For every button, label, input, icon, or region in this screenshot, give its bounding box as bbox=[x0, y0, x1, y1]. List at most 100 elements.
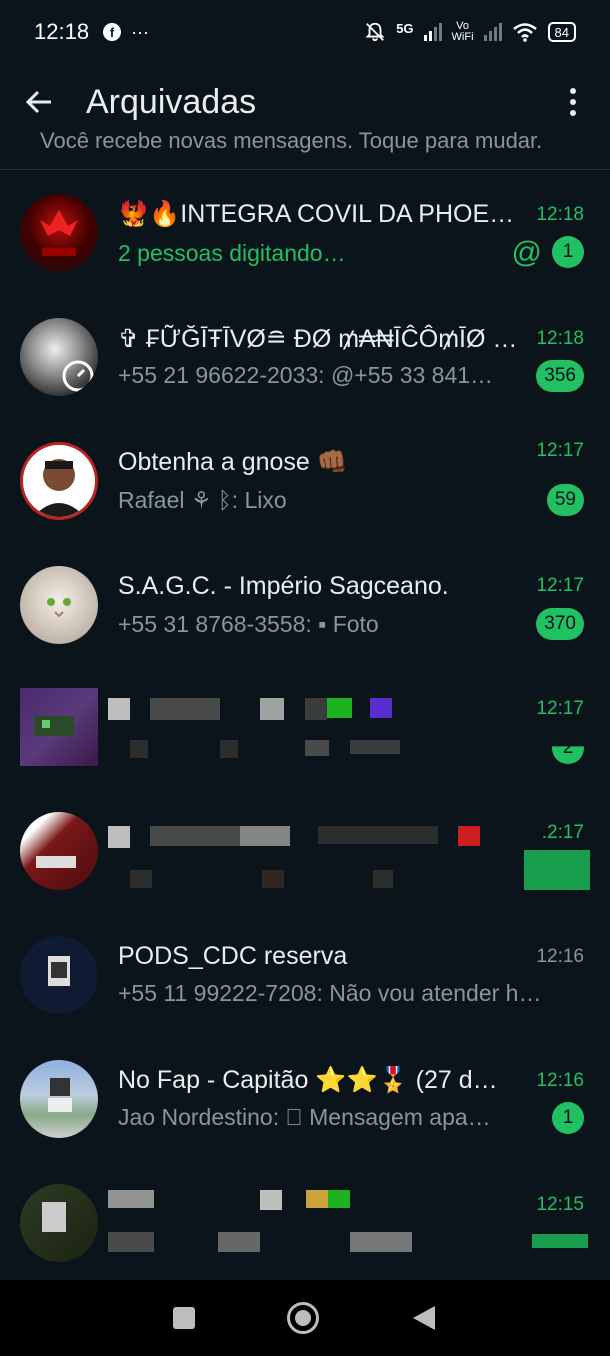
speedometer-icon bbox=[62, 360, 94, 392]
chat-row[interactable]: Obtenha a gnose 👊🏾 12:17 Rafael ⚘ ᛒ: Lix… bbox=[0, 420, 610, 542]
chat-row[interactable]: No Fap - Capitão ⭐⭐🎖️ (27 d… 12:16 Jao N… bbox=[0, 1040, 610, 1162]
chat-time: .2:17 bbox=[541, 822, 584, 843]
avatar[interactable] bbox=[20, 442, 98, 520]
unread-badge: 2 bbox=[552, 746, 584, 764]
wifi-icon bbox=[512, 23, 537, 42]
home-dot bbox=[295, 1310, 311, 1326]
chat-time: 12:15 bbox=[536, 1194, 584, 1215]
avatar[interactable] bbox=[20, 566, 98, 644]
wifi-calling-label: WiFi bbox=[451, 31, 474, 43]
minecraft-scene-icon bbox=[48, 1078, 72, 1112]
person-photo-icon bbox=[33, 459, 85, 517]
redacted-block bbox=[524, 850, 590, 890]
avatar[interactable] bbox=[20, 688, 98, 766]
status-bar: 12:18 f ··· 5G Vo WiFi 84 bbox=[0, 0, 610, 64]
chat-row[interactable]: S.A.G.C. - Império Sagceano. 12:17 +55 3… bbox=[0, 544, 610, 666]
network-5g-label: 5G bbox=[396, 21, 414, 36]
chat-row[interactable]: 12:17 2 bbox=[0, 668, 610, 790]
redacted-block bbox=[373, 870, 393, 888]
system-nav-bar bbox=[0, 1280, 610, 1356]
chat-time: 12:16 bbox=[536, 1070, 584, 1091]
chat-time: 12:17 bbox=[536, 698, 584, 719]
volte-wifi-label: Vo WiFi bbox=[452, 21, 474, 43]
chat-preview: +55 21 96622-2033: @+55 33 841… bbox=[118, 362, 494, 388]
chat-row[interactable]: 12:15 bbox=[0, 1164, 610, 1264]
pixelated-avatar-icon bbox=[42, 1202, 66, 1232]
redacted-block bbox=[150, 826, 240, 846]
redacted-block bbox=[328, 1190, 350, 1208]
redacted-block bbox=[327, 698, 352, 718]
figure-avatar-icon bbox=[48, 956, 70, 986]
status-notifications: f ··· bbox=[103, 22, 149, 43]
unread-badge: 1 bbox=[552, 236, 584, 268]
more-vert-dot bbox=[570, 99, 576, 105]
redacted-block bbox=[108, 1190, 154, 1208]
avatar[interactable] bbox=[20, 318, 98, 396]
status-right-icons: 5G Vo WiFi 84 bbox=[364, 21, 576, 43]
redacted-block bbox=[458, 826, 480, 846]
unread-badge: 370 bbox=[536, 608, 584, 640]
chat-time: 12:18 bbox=[536, 328, 584, 349]
redacted-block bbox=[306, 1190, 328, 1208]
chat-name: PODS_CDC reserva bbox=[118, 942, 348, 970]
chat-row[interactable]: 🐦‍🔥🔥INTEGRA COVIL DA PHOE… 12:18 2 pesso… bbox=[0, 172, 610, 294]
chat-preview: +55 31 8768-3558: ▪ Foto bbox=[118, 611, 379, 637]
redacted-block bbox=[240, 826, 290, 846]
chat-row[interactable]: .2:17 bbox=[0, 792, 610, 914]
unread-badge: 356 bbox=[536, 360, 584, 392]
redacted-block bbox=[262, 870, 284, 888]
more-vert-icon bbox=[570, 88, 576, 94]
archive-settings-notice[interactable]: Você recebe novas mensagens. Toque para … bbox=[0, 126, 610, 170]
signal-icon-1 bbox=[423, 23, 442, 41]
avatar[interactable] bbox=[20, 1060, 98, 1138]
back-triangle-icon[interactable] bbox=[411, 1304, 437, 1332]
redacted-block bbox=[532, 1234, 588, 1248]
avatar[interactable] bbox=[20, 194, 98, 272]
chat-name: Obtenha a gnose 👊🏾 bbox=[118, 448, 348, 476]
redacted-block bbox=[350, 1232, 412, 1252]
avatar[interactable] bbox=[20, 1184, 98, 1262]
redacted-block bbox=[305, 698, 327, 720]
phoenix-logo-icon bbox=[40, 210, 78, 256]
unread-badge: 1 bbox=[552, 1102, 584, 1134]
status-time: 12:18 bbox=[34, 19, 90, 44]
redacted-block bbox=[108, 1232, 154, 1252]
chat-time: 12:16 bbox=[536, 946, 584, 967]
facebook-icon: f bbox=[103, 23, 122, 41]
recents-button[interactable] bbox=[173, 1307, 195, 1329]
redacted-block bbox=[108, 698, 130, 720]
chat-preview: 2 pessoas digitando… bbox=[118, 240, 346, 266]
bell-muted-icon bbox=[365, 22, 385, 42]
more-vert-dot bbox=[570, 110, 576, 116]
chat-time: 12:18 bbox=[536, 204, 584, 225]
page-title: Arquivadas bbox=[86, 82, 257, 121]
redacted-block bbox=[318, 826, 438, 844]
more-options-button[interactable] bbox=[558, 82, 588, 122]
home-button[interactable] bbox=[287, 1302, 319, 1334]
notice-text: Você recebe novas mensagens. Toque para … bbox=[40, 128, 543, 153]
redacted-block bbox=[150, 698, 220, 720]
signal-icon-2 bbox=[483, 23, 502, 41]
pixelated-avatar-icon bbox=[36, 856, 76, 868]
chat-name: ✞ ₣ỮĞĪŦĪVØ≘ ĐØ ₥₳₦ĪĈÔ₥ĪØ ✞ᶻˣ bbox=[118, 325, 523, 353]
redacted-block bbox=[220, 740, 238, 758]
mention-icon: @ bbox=[511, 236, 542, 269]
more-notifications-icon: ··· bbox=[131, 21, 150, 42]
redacted-block bbox=[218, 1232, 260, 1252]
redacted-block bbox=[350, 740, 400, 754]
avatar[interactable] bbox=[20, 812, 98, 890]
back-button[interactable] bbox=[22, 85, 56, 119]
chat-time: 12:17 bbox=[536, 440, 584, 461]
unread-badge: 59 bbox=[546, 484, 584, 516]
redacted-block bbox=[260, 698, 284, 720]
chat-time: 12:17 bbox=[536, 575, 584, 596]
pixelated-avatar-icon bbox=[34, 716, 74, 736]
chat-name: 🐦‍🔥🔥INTEGRA COVIL DA PHOE… bbox=[118, 200, 515, 228]
chat-name: No Fap - Capitão ⭐⭐🎖️ (27 d… bbox=[118, 1066, 498, 1094]
redacted-block bbox=[130, 870, 152, 888]
chat-preview: Rafael ⚘ ᛒ: Lixo bbox=[118, 487, 287, 513]
chat-row[interactable]: PODS_CDC reserva 12:16 +55 11 99222-7208… bbox=[0, 916, 610, 1038]
chat-row[interactable]: ✞ ₣ỮĞĪŦĪVØ≘ ĐØ ₥₳₦ĪĈÔ₥ĪØ ✞ᶻˣ 12:18 +55 2… bbox=[0, 296, 610, 418]
avatar[interactable] bbox=[20, 936, 98, 1014]
redacted-block bbox=[108, 826, 130, 848]
